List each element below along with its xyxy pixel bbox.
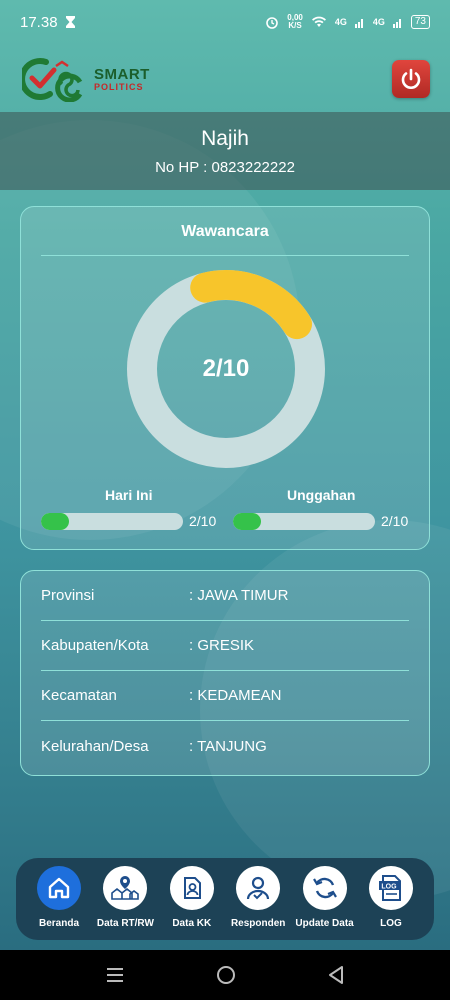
bottom-navigation: Beranda Data RT/RW Data KK Responden Upd… — [16, 858, 434, 940]
user-check-icon[interactable] — [236, 866, 281, 910]
signal-bars-icon — [392, 19, 401, 28]
logo-text-politics: POLITICS — [94, 81, 144, 92]
net-speed: 0,00 K/S — [287, 14, 303, 30]
power-icon — [401, 68, 421, 89]
upload-label: Unggahan — [287, 487, 356, 503]
logo-text-smart: SMART — [94, 65, 150, 83]
nav-label: LOG — [380, 918, 402, 929]
location-key: Provinsi — [41, 587, 95, 604]
wifi-icon — [311, 16, 326, 27]
system-navigation-bar — [0, 950, 450, 1000]
log-file-icon[interactable]: LOG — [368, 866, 413, 910]
nav-label: Data KK — [172, 918, 212, 929]
app-header: SMART POLITICS — [0, 48, 450, 110]
today-label: Hari Ini — [105, 487, 153, 503]
smart-politics-logo-icon — [22, 58, 83, 102]
nav-item-update-data[interactable]: Update Data — [292, 866, 358, 940]
location-row-kelurahan: Kelurahan/Desa : TANJUNG — [41, 721, 409, 771]
hourglass-icon — [65, 16, 75, 28]
home-icon[interactable] — [37, 866, 81, 910]
houses-icon[interactable] — [103, 866, 148, 910]
interview-card: Wawancara 2/10 Hari Ini Unggahan 2/10 2/… — [20, 206, 430, 550]
battery-indicator: 73 — [410, 15, 430, 29]
signal-label-2: 4G — [372, 17, 385, 27]
location-card: Provinsi : JAWA TIMUR Kabupaten/Kota : G… — [20, 570, 430, 776]
sync-icon[interactable] — [302, 866, 347, 910]
nav-item-data-rt-rw[interactable]: Data RT/RW — [92, 866, 158, 940]
card-divider — [41, 255, 409, 256]
interview-card-title: Wawancara — [181, 223, 269, 240]
location-key: Kelurahan/Desa — [41, 737, 149, 755]
donut-center-label: 2/10 — [202, 355, 250, 382]
nav-label: Responden — [230, 918, 286, 929]
location-value: : JAWA TIMUR — [189, 587, 289, 604]
app-logo: SMART POLITICS — [22, 56, 150, 102]
location-row-provinsi: Provinsi : JAWA TIMUR — [41, 571, 409, 621]
status-time: 17.38 — [20, 13, 58, 31]
nav-label: Beranda — [38, 918, 79, 929]
status-bar: 17.38 0,00 K/S 4G 4G 73 — [0, 0, 450, 44]
upload-progress-fill — [233, 513, 262, 530]
location-key: Kecamatan — [41, 687, 117, 704]
user-phone: No HP : 0823222222 — [155, 158, 295, 176]
net-speed-unit: K/S — [288, 21, 302, 30]
location-row-kecamatan: Kecamatan : KEDAMEAN — [41, 671, 409, 721]
today-progress-fill — [41, 513, 70, 530]
nav-item-data-kk[interactable]: Data KK — [159, 866, 225, 940]
nav-label: Data RT/RW — [96, 918, 154, 929]
user-info-band: Najih No HP : 0823222222 — [0, 112, 450, 190]
recent-apps-icon[interactable] — [105, 966, 125, 984]
signal-bars-icon — [354, 19, 363, 28]
family-card-icon[interactable] — [169, 866, 214, 910]
today-progress-value: 2/10 — [189, 513, 217, 529]
location-value: : TANJUNG — [189, 737, 267, 755]
upload-progress-value: 2/10 — [381, 513, 409, 529]
nav-item-beranda[interactable]: Beranda — [26, 866, 92, 940]
location-key: Kabupaten/Kota — [41, 637, 149, 654]
home-circle-icon[interactable] — [216, 965, 236, 985]
user-name: Najih — [201, 126, 249, 150]
alarm-icon — [266, 17, 279, 29]
nav-item-log[interactable]: LOG LOG — [358, 866, 424, 940]
back-icon[interactable] — [327, 965, 345, 985]
nav-item-responden[interactable]: Responden — [225, 866, 291, 940]
log-icon-text: LOG — [381, 884, 397, 891]
nav-label: Update Data — [295, 918, 354, 929]
location-value: : KEDAMEAN — [189, 687, 282, 704]
logout-button[interactable] — [392, 60, 430, 98]
upload-progress-bar — [233, 513, 375, 530]
today-progress-bar — [41, 513, 183, 530]
location-value: : GRESIK — [189, 637, 255, 654]
app-screen: 17.38 0,00 K/S 4G 4G 73 SMART POLITICS N… — [0, 0, 450, 950]
location-row-kabupaten: Kabupaten/Kota : GRESIK — [41, 621, 409, 671]
signal-label-1: 4G — [334, 17, 347, 27]
